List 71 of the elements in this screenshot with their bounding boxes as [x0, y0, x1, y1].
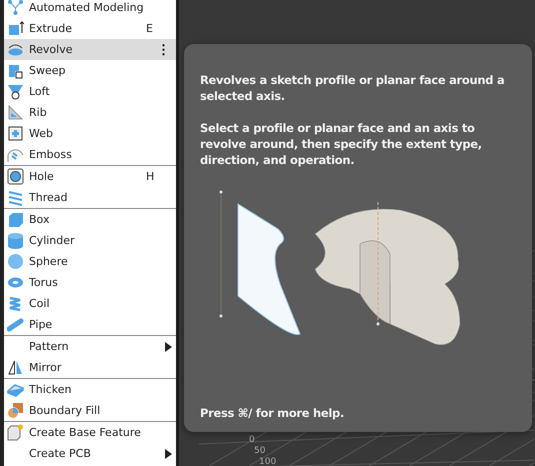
tool-icon: [7, 125, 24, 142]
shortcut-key: E: [146, 22, 172, 35]
menu-item[interactable]: Boundary Fill: [4, 400, 176, 421]
tool-icon: [7, 62, 24, 79]
menu-item-label: Web: [29, 127, 54, 140]
menu-item-label: Sweep: [29, 64, 66, 77]
tool-icon: [7, 402, 24, 419]
menu-item-label: Thicken: [29, 383, 73, 396]
grid-label: 50: [254, 446, 266, 456]
menu-item[interactable]: Hole H: [4, 166, 176, 187]
menu-item[interactable]: Extrude E: [4, 18, 176, 39]
menu-item-label: Torus: [29, 276, 59, 289]
menu-item[interactable]: Mirror: [4, 357, 176, 378]
tool-icon: [7, 232, 24, 249]
menu-item[interactable]: Web: [4, 123, 176, 144]
menu-item-label: Thread: [29, 191, 68, 204]
tool-icon: [7, 0, 24, 16]
menu-item[interactable]: Create PCB: [4, 443, 176, 464]
menu-item[interactable]: Emboss: [4, 144, 176, 165]
menu-item[interactable]: Thicken: [4, 379, 176, 400]
tool-icon: [7, 211, 24, 228]
menu-item-label: Automated Modeling: [29, 1, 145, 14]
menu-item-label: Rib: [29, 106, 48, 119]
more-button[interactable]: ⋮: [155, 42, 172, 57]
menu-item[interactable]: Sweep: [4, 60, 176, 81]
submenu-arrow-icon: [164, 448, 172, 458]
menu-item[interactable]: Coil: [4, 293, 176, 314]
tool-icon: [7, 381, 24, 398]
menu-item-label: Pattern: [29, 340, 70, 353]
menu-item-label: Sphere: [29, 255, 69, 268]
menu-item[interactable]: Torus: [4, 272, 176, 293]
menu-item-label: Cylinder: [29, 234, 76, 247]
menu-item[interactable]: Pipe: [4, 314, 176, 335]
menu-item[interactable]: Loft: [4, 81, 176, 102]
menu-item-label: Emboss: [29, 148, 73, 161]
tool-icon: [7, 189, 24, 206]
tooltip-text: Select a profile or planar face and an axis to revolve around, then specify the extent type, direction, and operation.: [200, 120, 483, 168]
help-hint: Press ⌘/ for more help.: [200, 406, 346, 420]
menu-item-label: Coil: [29, 297, 51, 310]
tool-icon: [7, 359, 24, 376]
tool-icon: [7, 20, 24, 37]
menu-item-label: Hole: [29, 170, 55, 183]
tool-icon: [7, 316, 24, 333]
menu-item-label: Boundary Fill: [29, 404, 102, 417]
tool-icon: [7, 168, 24, 185]
tooltip-text: Revolves a sketch profile or planar face around a selected axis.: [200, 72, 506, 104]
menu-item[interactable]: Create Base Feature: [4, 422, 176, 443]
menu-item-label: Mirror: [29, 361, 62, 374]
menu-item[interactable]: Cylinder: [4, 230, 176, 251]
tool-icon: [7, 253, 24, 270]
menu-item[interactable]: Automated Modeling: [4, 0, 176, 18]
tool-icon: [7, 104, 24, 121]
grid-label: 0: [249, 435, 255, 445]
menu-item[interactable]: Thread: [4, 187, 176, 208]
menu-item-label: Box: [29, 213, 50, 226]
menu-item[interactable]: Pattern: [4, 336, 176, 357]
menu-item-label: Create Base Feature: [29, 426, 142, 439]
shortcut-key: H: [146, 170, 172, 183]
tool-icon: [7, 83, 24, 100]
menu-item-label: Create PCB: [29, 447, 92, 460]
menu-item-label: Pipe: [29, 318, 54, 331]
menu-item-label: Extrude: [29, 22, 74, 35]
menu-item-label: Loft: [29, 85, 51, 98]
menu-item[interactable]: Sphere: [4, 251, 176, 272]
submenu-arrow-icon: [164, 342, 172, 352]
menu-item[interactable]: Revolve ⋮: [4, 39, 176, 60]
menu-item-label: Revolve: [29, 43, 74, 56]
menu-item[interactable]: Box: [4, 209, 176, 230]
grid-label: 100: [259, 457, 276, 466]
menu-item[interactable]: Rib: [4, 102, 176, 123]
tool-icon: [7, 424, 24, 441]
